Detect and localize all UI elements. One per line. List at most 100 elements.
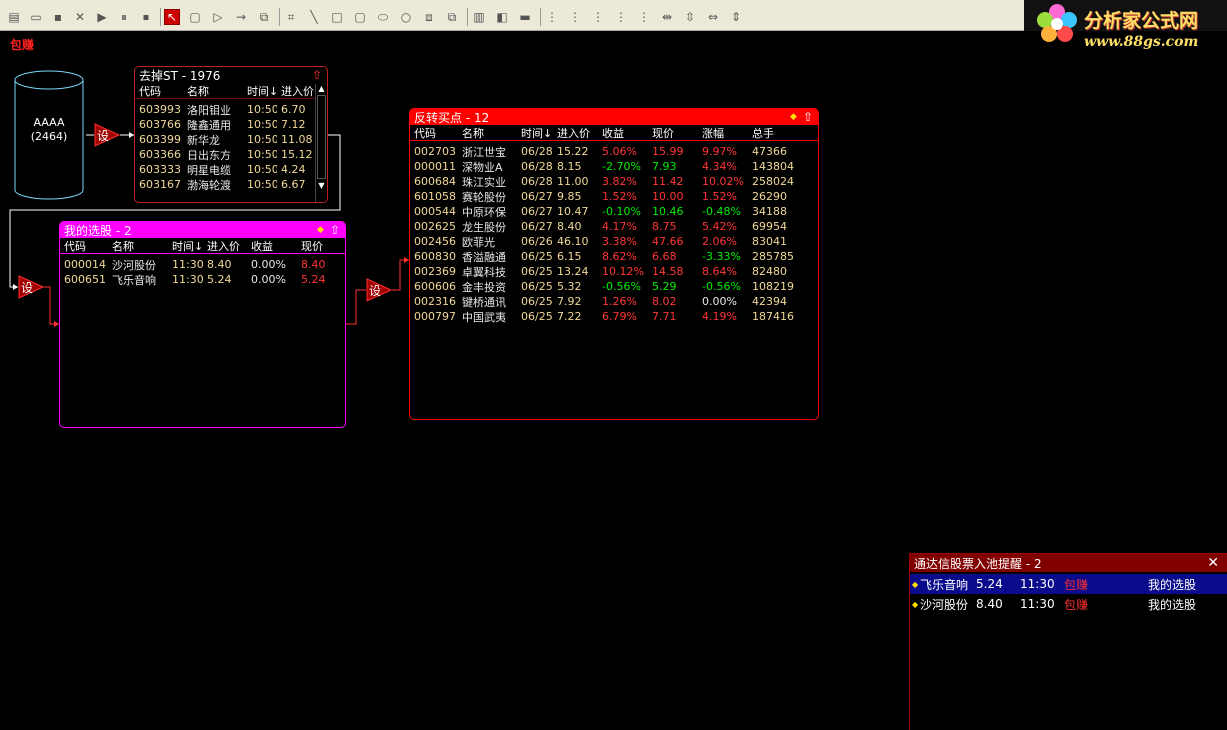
cell-gain: 5.06% bbox=[602, 145, 637, 158]
table-row[interactable]: 000014 沙河股份 11:30 8.40 0.00% 8.40 bbox=[60, 257, 345, 272]
col-entry[interactable]: 进入价 bbox=[553, 125, 598, 141]
cell-time: 11:30 bbox=[172, 273, 203, 286]
table-row[interactable]: 000544 中原环保 06/27 10.47 -0.10% 10.46 -0.48% 341… bbox=[410, 204, 818, 219]
table-row[interactable]: 600651 飞乐音响 11:30 5.24 0.00% 5.24 bbox=[60, 272, 345, 287]
col-code[interactable]: 代码 bbox=[60, 238, 108, 254]
col-gain[interactable]: 收益 bbox=[598, 125, 648, 141]
col-entry[interactable]: 进入价 bbox=[277, 83, 317, 99]
cell-gain: 6.79% bbox=[602, 310, 637, 323]
cell-price: 14.58 bbox=[652, 265, 684, 278]
table-row[interactable]: 002703 浙江世宝 06/28 15.22 5.06% 15.99 9.97% 47366 bbox=[410, 144, 818, 159]
cell-code: 600651 bbox=[64, 273, 106, 286]
cell-code: 600606 bbox=[414, 280, 456, 293]
cell-code: 600684 bbox=[414, 175, 456, 188]
cell-name: 龙生股份 bbox=[462, 220, 506, 234]
cell-price: 5.24 bbox=[301, 273, 326, 286]
collapse-up-icon[interactable]: ⇧ bbox=[803, 110, 813, 124]
scroll-down-icon[interactable]: ▼ bbox=[316, 181, 327, 190]
col-code[interactable]: 代码 bbox=[410, 125, 458, 141]
cell-gain: 10.12% bbox=[602, 265, 644, 278]
cell-entry: 11.08 bbox=[281, 133, 313, 146]
col-name[interactable]: 名称 bbox=[108, 238, 168, 254]
scrollbar[interactable]: ▲ ▼ bbox=[315, 84, 327, 202]
cell-change: 1.52% bbox=[702, 190, 737, 203]
cell-entry: 6.70 bbox=[281, 103, 306, 116]
cell-name: 日出东方 bbox=[187, 148, 231, 162]
table-row[interactable]: 002316 键桥通讯 06/25 7.92 1.26% 8.02 0.00% 42394 bbox=[410, 294, 818, 309]
table-row[interactable]: 002625 龙生股份 06/27 8.40 4.17% 8.75 5.42% 69954 bbox=[410, 219, 818, 234]
cell-time: 06/26 bbox=[521, 235, 553, 248]
table-row[interactable]: 600684 珠江实业 06/28 11.00 3.82% 11.42 10.02% 2580… bbox=[410, 174, 818, 189]
alert-item[interactable]: ◆ 沙河股份 8.40 11:30 包赚 我的选股 bbox=[910, 594, 1227, 614]
col-gain[interactable]: 收益 bbox=[247, 238, 297, 254]
pool-alert-window[interactable]: 通达信股票入池提醒 - 2 ✕ ◆ 飞乐音响 5.24 11:30 包赚 我的选股 ◆ 沙河股… bbox=[909, 553, 1227, 730]
table-row[interactable]: 000797 中国武夷 06/25 7.22 6.79% 7.71 4.19% 187416 bbox=[410, 309, 818, 324]
table-body: 002703 浙江世宝 06/28 15.22 5.06% 15.99 9.97% 47366… bbox=[410, 141, 818, 324]
cell-price: 10.46 bbox=[652, 205, 684, 218]
table-row[interactable]: 603366 日出东方 10:50 15.12 bbox=[135, 147, 327, 162]
table-row[interactable]: 603766 隆鑫通用 10:50 7.12 bbox=[135, 117, 327, 132]
cell-gain: 0.00% bbox=[251, 258, 286, 271]
table-row[interactable]: 603993 洛阳钼业 10:50 6.70 bbox=[135, 102, 327, 117]
panel-header[interactable]: 反转买点 - 12 ◆ ⇧ bbox=[410, 109, 818, 125]
cell-change: -3.33% bbox=[702, 250, 741, 263]
table-row[interactable]: 603399 新华龙 10:50 11.08 bbox=[135, 132, 327, 147]
col-price[interactable]: 现价 bbox=[648, 125, 698, 141]
panel-header[interactable]: 我的选股 - 2 ◆ ⇧ bbox=[60, 222, 345, 238]
cell-change: 0.00% bbox=[702, 295, 737, 308]
source-pool-count: (2464) bbox=[30, 130, 68, 143]
alert-name: 飞乐音响 bbox=[920, 577, 969, 592]
alert-titlebar[interactable]: 通达信股票入池提醒 - 2 ✕ bbox=[910, 554, 1227, 572]
cell-code: 002316 bbox=[414, 295, 456, 308]
table-row[interactable]: 603333 明星电缆 10:50 4.24 bbox=[135, 162, 327, 177]
cell-gain: 3.38% bbox=[602, 235, 637, 248]
cell-name: 中原环保 bbox=[462, 205, 506, 219]
panel-my-picks[interactable]: 我的选股 - 2 ◆ ⇧ 代码 名称 时间↓ 进入价 收益 现价 000014 沙… bbox=[59, 221, 346, 428]
col-code[interactable]: 代码 bbox=[135, 83, 183, 99]
col-change[interactable]: 涨幅 bbox=[698, 125, 748, 141]
cell-name: 欧菲光 bbox=[462, 235, 495, 249]
col-entry[interactable]: 进入价 bbox=[203, 238, 247, 254]
table-row[interactable]: 601058 赛轮股份 06/27 9.85 1.52% 10.00 1.52% 26290 bbox=[410, 189, 818, 204]
collapse-up-icon[interactable]: ⇧ bbox=[330, 223, 340, 237]
cell-price: 8.40 bbox=[301, 258, 326, 271]
table-row[interactable]: 002456 欧菲光 06/26 46.10 3.38% 47.66 2.06% 83041 bbox=[410, 234, 818, 249]
cell-gain: 1.52% bbox=[602, 190, 637, 203]
close-icon[interactable]: ✕ bbox=[1207, 555, 1219, 571]
source-pool-label: AAAA (2464) bbox=[12, 116, 86, 144]
cell-name: 卓翼科技 bbox=[462, 265, 506, 279]
cell-entry: 9.85 bbox=[557, 190, 582, 203]
cell-change: -0.48% bbox=[702, 205, 741, 218]
col-price[interactable]: 现价 bbox=[297, 238, 337, 254]
scroll-thumb[interactable] bbox=[317, 95, 326, 179]
alert-name: 沙河股份 bbox=[920, 597, 969, 612]
cell-volume: 26290 bbox=[752, 190, 787, 203]
col-name[interactable]: 名称 bbox=[458, 125, 517, 141]
col-name[interactable]: 名称 bbox=[183, 83, 243, 99]
table-row[interactable]: 600606 金丰投资 06/25 5.32 -0.56% 5.29 -0.56% 10821… bbox=[410, 279, 818, 294]
cell-volume: 82480 bbox=[752, 265, 787, 278]
panel-remove-st[interactable]: 去掉ST - 1976 ⇧ 代码 名称 时间↓ 进入价 603993 洛阳钼业 10… bbox=[134, 66, 328, 203]
collapse-up-icon[interactable]: ⇧ bbox=[312, 68, 322, 82]
alert-item[interactable]: ◆ 飞乐音响 5.24 11:30 包赚 我的选股 bbox=[910, 574, 1227, 594]
cell-price: 6.68 bbox=[652, 250, 677, 263]
panel-title: 我的选股 - 2 bbox=[64, 223, 132, 238]
scroll-up-icon[interactable]: ▲ bbox=[316, 84, 327, 93]
col-time[interactable]: 时间↓ bbox=[168, 238, 203, 254]
diamond-icon[interactable]: ◆ bbox=[317, 225, 324, 235]
table-row[interactable]: 600830 香溢融通 06/25 6.15 8.62% 6.68 -3.33% 285785 bbox=[410, 249, 818, 264]
table-row[interactable]: 002369 卓翼科技 06/25 13.24 10.12% 14.58 8.64% 8248… bbox=[410, 264, 818, 279]
col-volume[interactable]: 总手 bbox=[748, 125, 804, 141]
table-row[interactable]: 603167 渤海轮渡 10:50 6.67 bbox=[135, 177, 327, 192]
table-row[interactable]: 000011 深物业A 06/28 8.15 -2.70% 7.93 4.34% 143804 bbox=[410, 159, 818, 174]
cell-name: 飞乐音响 bbox=[112, 273, 156, 287]
diamond-icon[interactable]: ◆ bbox=[790, 112, 797, 122]
cell-volume: 47366 bbox=[752, 145, 787, 158]
col-time[interactable]: 时间↓ bbox=[243, 83, 277, 99]
cell-volume: 187416 bbox=[752, 310, 794, 323]
cell-time: 06/25 bbox=[521, 265, 553, 278]
cell-name: 明星电缆 bbox=[187, 163, 231, 177]
col-time[interactable]: 时间↓ bbox=[517, 125, 553, 141]
panel-reversal-buy[interactable]: 反转买点 - 12 ◆ ⇧ 代码 名称 时间↓ 进入价 收益 现价 涨幅 总手 … bbox=[409, 108, 819, 420]
panel-header[interactable]: 去掉ST - 1976 ⇧ bbox=[135, 67, 327, 83]
